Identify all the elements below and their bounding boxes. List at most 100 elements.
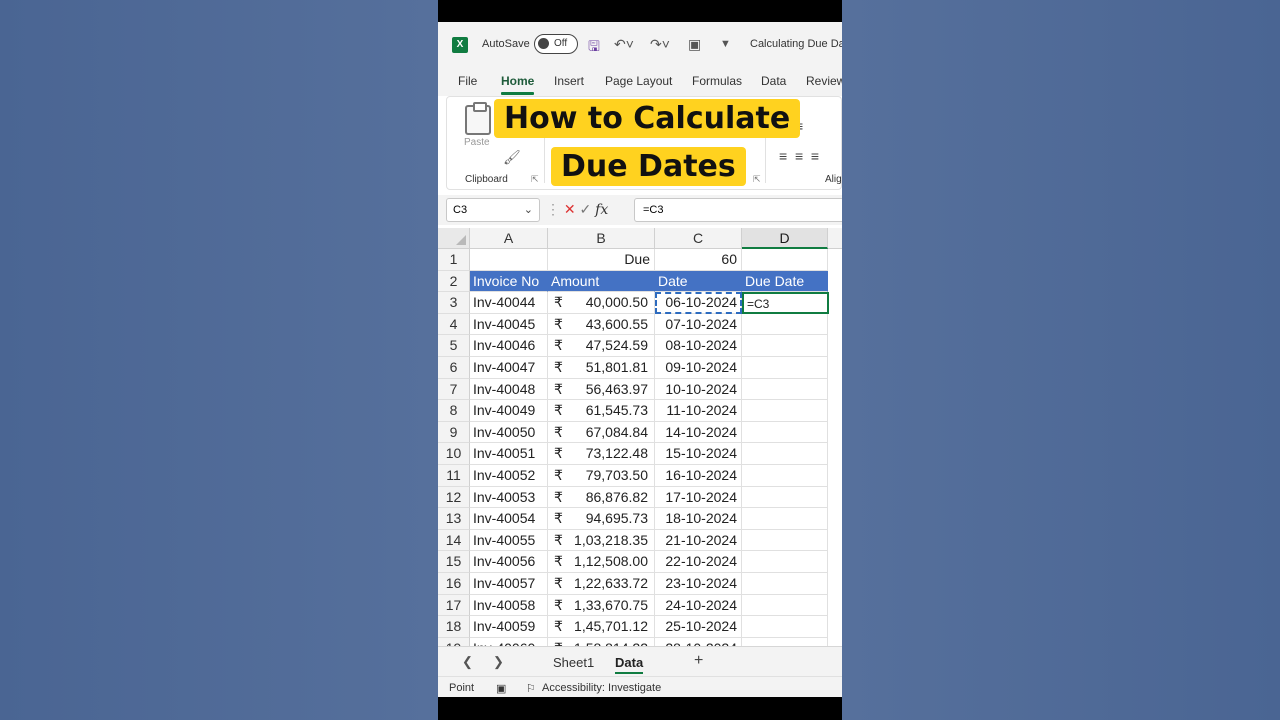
- name-box[interactable]: C3 ⌄: [446, 198, 540, 222]
- row-header[interactable]: 10: [438, 443, 470, 465]
- invoice-cell[interactable]: Inv-40052: [470, 465, 548, 487]
- due-date-cell[interactable]: [742, 486, 828, 509]
- row-header[interactable]: 5: [438, 335, 470, 357]
- invoice-cell[interactable]: Inv-40057: [470, 573, 548, 595]
- row-header[interactable]: 1: [438, 249, 470, 271]
- due-date-cell[interactable]: [742, 573, 828, 595]
- add-sheet-button[interactable]: +: [694, 652, 703, 670]
- sheet-tab-sheet1[interactable]: Sheet1: [553, 655, 594, 670]
- amount-cell[interactable]: ₹1,33,670.75: [548, 594, 655, 617]
- undo-icon[interactable]: ↶˅: [614, 36, 634, 53]
- font-expand-icon[interactable]: ⇱: [753, 174, 761, 185]
- date-cell[interactable]: 15-10-2024: [655, 443, 742, 465]
- row-header[interactable]: 15: [438, 551, 470, 573]
- row-header[interactable]: 6: [438, 357, 470, 379]
- amount-cell[interactable]: ₹51,801.81: [548, 357, 655, 379]
- date-cell[interactable]: 11-10-2024: [655, 400, 742, 422]
- amount-cell[interactable]: ₹1,12,508.00: [548, 551, 655, 573]
- amount-cell[interactable]: ₹79,703.50: [548, 465, 655, 487]
- due-date-cell[interactable]: [742, 421, 828, 444]
- due-date-cell[interactable]: [742, 357, 828, 379]
- prev-sheet-icon[interactable]: ❮: [462, 654, 473, 670]
- row-header[interactable]: 13: [438, 508, 470, 530]
- row-header[interactable]: 19: [438, 637, 470, 646]
- next-sheet-icon[interactable]: ❯: [493, 654, 504, 670]
- amount-cell[interactable]: ₹40,000.50: [548, 292, 655, 314]
- paste-icon[interactable]: [465, 102, 491, 135]
- confirm-icon[interactable]: ✓: [580, 201, 592, 217]
- amount-cell[interactable]: ₹1,03,218.35: [548, 529, 655, 552]
- cancel-icon[interactable]: ✕: [564, 201, 576, 217]
- due-date-cell[interactable]: [742, 400, 828, 422]
- clipboard-expand-icon[interactable]: ⇱: [531, 174, 539, 185]
- customize-toolbar-icon[interactable]: ▼: [720, 38, 731, 50]
- due-date-cell[interactable]: [742, 508, 828, 530]
- amount-cell[interactable]: ₹67,084.84: [548, 421, 655, 444]
- due-date-cell[interactable]: [742, 465, 828, 487]
- date-cell[interactable]: 06-10-2024: [655, 292, 742, 314]
- invoice-cell[interactable]: Inv-40050: [470, 421, 548, 444]
- column-header-e[interactable]: [828, 228, 842, 249]
- row-header[interactable]: 2: [438, 270, 470, 293]
- date-cell[interactable]: 07-10-2024: [655, 313, 742, 336]
- row-header[interactable]: 18: [438, 616, 470, 638]
- amount-cell[interactable]: ₹47,524.59: [548, 335, 655, 357]
- cell-d1[interactable]: [742, 249, 828, 271]
- due-date-cell[interactable]: [742, 551, 828, 573]
- invoice-cell[interactable]: Inv-40058: [470, 594, 548, 617]
- redo-icon[interactable]: ↷˅: [650, 36, 670, 53]
- column-header-a[interactable]: A: [470, 228, 548, 249]
- paste-label[interactable]: Paste: [464, 137, 490, 148]
- due-date-cell[interactable]: [742, 378, 828, 401]
- amount-cell[interactable]: ₹86,876.82: [548, 486, 655, 509]
- date-cell[interactable]: 22-10-2024: [655, 551, 742, 573]
- insert-function-icon[interactable]: fx: [595, 202, 608, 218]
- more-options-icon[interactable]: ⋮: [546, 201, 560, 217]
- date-cell[interactable]: 28-10-2024: [655, 637, 742, 646]
- due-date-cell[interactable]: [742, 616, 828, 638]
- cell-c1[interactable]: 60: [655, 249, 742, 271]
- cell-b1[interactable]: Due: [548, 249, 655, 271]
- column-header-b[interactable]: B: [548, 228, 655, 249]
- invoice-cell[interactable]: Inv-40046: [470, 335, 548, 357]
- due-date-cell[interactable]: [742, 335, 828, 357]
- amount-cell[interactable]: ₹1,45,701.12: [548, 616, 655, 638]
- cell-a1[interactable]: [470, 249, 548, 271]
- row-header[interactable]: 11: [438, 465, 470, 487]
- invoice-cell[interactable]: Inv-40045: [470, 313, 548, 336]
- row-header[interactable]: 8: [438, 400, 470, 422]
- row-header[interactable]: 17: [438, 594, 470, 617]
- column-header-d[interactable]: D: [742, 228, 828, 249]
- tab-insert[interactable]: Insert: [554, 74, 584, 88]
- row-header[interactable]: 14: [438, 529, 470, 552]
- header-cell-b[interactable]: Amount: [548, 270, 655, 293]
- invoice-cell[interactable]: Inv-40049: [470, 400, 548, 422]
- camera-icon[interactable]: ▣: [688, 36, 701, 53]
- invoice-cell[interactable]: Inv-40056: [470, 551, 548, 573]
- due-date-cell[interactable]: [742, 443, 828, 465]
- invoice-cell[interactable]: Inv-40059: [470, 616, 548, 638]
- cell-mode-icon[interactable]: ▣: [496, 682, 506, 695]
- due-date-cell[interactable]: [742, 529, 828, 552]
- date-cell[interactable]: 17-10-2024: [655, 486, 742, 509]
- tab-file[interactable]: File: [458, 74, 477, 88]
- invoice-cell[interactable]: Inv-40048: [470, 378, 548, 401]
- date-cell[interactable]: 16-10-2024: [655, 465, 742, 487]
- row-header[interactable]: 9: [438, 421, 470, 444]
- save-icon[interactable]: 🖫: [588, 36, 600, 60]
- date-cell[interactable]: 10-10-2024: [655, 378, 742, 401]
- invoice-cell[interactable]: Inv-40047: [470, 357, 548, 379]
- amount-cell[interactable]: ₹43,600.55: [548, 313, 655, 336]
- amount-cell[interactable]: ₹56,463.97: [548, 378, 655, 401]
- tab-review[interactable]: Review: [806, 74, 842, 88]
- invoice-cell[interactable]: Inv-40055: [470, 529, 548, 552]
- active-cell-d3[interactable]: =C3: [742, 292, 829, 314]
- header-cell-c[interactable]: Date: [655, 270, 742, 293]
- invoice-cell[interactable]: Inv-40051: [470, 443, 548, 465]
- invoice-cell[interactable]: Inv-40054: [470, 508, 548, 530]
- tab-page-layout[interactable]: Page Layout: [605, 74, 672, 88]
- tab-formulas[interactable]: Formulas: [692, 74, 742, 88]
- row-header[interactable]: 3: [438, 292, 470, 314]
- due-date-cell[interactable]: [742, 313, 828, 336]
- date-cell[interactable]: 25-10-2024: [655, 616, 742, 638]
